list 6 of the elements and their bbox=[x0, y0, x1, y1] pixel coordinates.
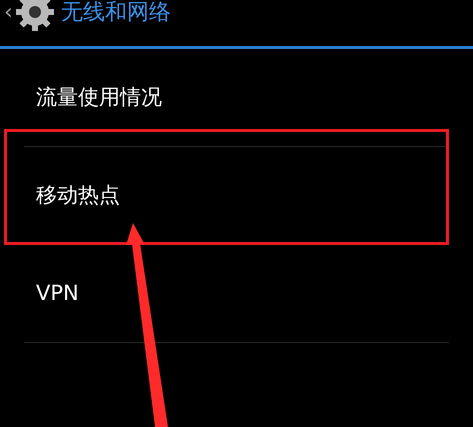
back-chevron[interactable]: ‹ bbox=[4, 2, 13, 24]
settings-item[interactable]: 移动热点 bbox=[36, 180, 120, 212]
settings-item[interactable]: 流量使用情况 bbox=[36, 82, 162, 114]
settings-item[interactable]: VPN bbox=[36, 278, 79, 310]
gear-icon bbox=[14, 0, 55, 32]
screen-title: 无线和网络 bbox=[60, 2, 171, 24]
